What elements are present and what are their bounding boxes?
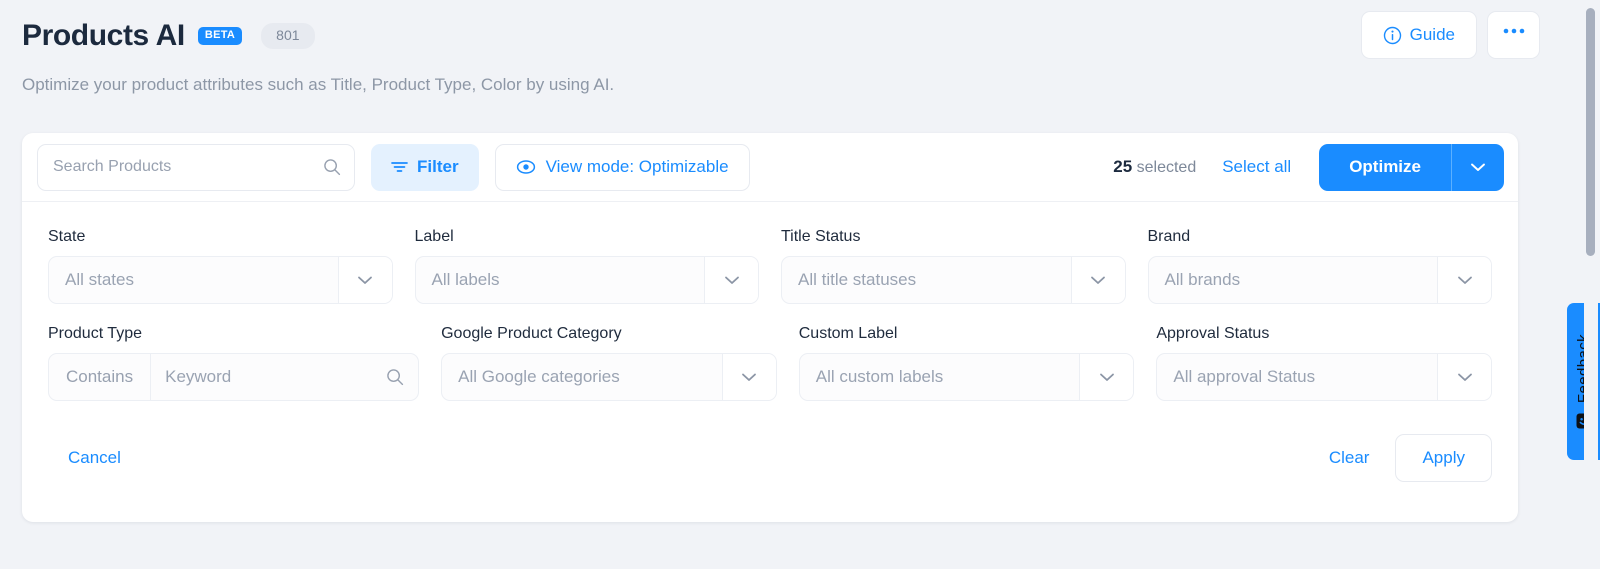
field-label: Brand — [1148, 228, 1493, 246]
selected-count-number: 25 — [1113, 157, 1132, 176]
eye-icon — [516, 159, 536, 175]
product-type-keyword-wrap — [151, 354, 418, 400]
optimize-dropdown-button[interactable] — [1451, 144, 1504, 191]
guide-button-label: Guide — [1410, 25, 1455, 45]
optimize-button-group: Optimize — [1319, 144, 1504, 191]
filter-button[interactable]: Filter — [371, 144, 479, 191]
more-options-button[interactable] — [1487, 11, 1540, 59]
chevron-down-icon[interactable] — [1071, 257, 1125, 303]
product-type-operator[interactable]: Contains — [49, 354, 151, 400]
filter-field-product-type: Product Type Contains — [48, 325, 419, 401]
header-actions: Guide — [1361, 11, 1540, 59]
field-label: Product Type — [48, 325, 419, 343]
product-count-badge: 801 — [261, 23, 314, 49]
filter-footer-actions: Clear Apply — [1329, 434, 1492, 482]
filter-icon — [391, 160, 408, 174]
chevron-down-icon[interactable] — [1079, 354, 1133, 400]
search-icon[interactable] — [323, 158, 341, 176]
selected-count: 25 selected — [1113, 157, 1196, 177]
select-all-link[interactable]: Select all — [1222, 157, 1291, 177]
state-select-value: All states — [49, 257, 338, 303]
page-scrollbar-track[interactable] — [1584, 0, 1598, 569]
optimize-button[interactable]: Optimize — [1319, 144, 1451, 191]
apply-button[interactable]: Apply — [1395, 434, 1492, 482]
field-label: Approval Status — [1156, 325, 1492, 343]
search-icon[interactable] — [386, 368, 404, 386]
approval-status-select-value: All approval Status — [1157, 354, 1437, 400]
chevron-down-icon[interactable] — [704, 257, 758, 303]
brand-select-value: All brands — [1149, 257, 1438, 303]
filter-field-label: Label All labels — [415, 228, 760, 304]
chevron-down-icon[interactable] — [338, 257, 392, 303]
title-status-select[interactable]: All title statuses — [781, 256, 1126, 304]
title-status-select-value: All title statuses — [782, 257, 1071, 303]
approval-status-select[interactable]: All approval Status — [1156, 353, 1492, 401]
filter-button-label: Filter — [417, 157, 459, 177]
chevron-down-icon[interactable] — [1437, 257, 1491, 303]
brand-select[interactable]: All brands — [1148, 256, 1493, 304]
view-mode-button[interactable]: View mode: Optimizable — [495, 144, 750, 191]
custom-label-select-value: All custom labels — [800, 354, 1080, 400]
title-row: Products AI BETA 801 — [22, 14, 1520, 58]
chevron-down-icon[interactable] — [722, 354, 776, 400]
label-select-value: All labels — [416, 257, 705, 303]
custom-label-select[interactable]: All custom labels — [799, 353, 1135, 401]
page-subtitle: Optimize your product attributes such as… — [22, 74, 1520, 96]
chevron-down-icon[interactable] — [1437, 354, 1491, 400]
filter-grid-row-2: Product Type Contains Go — [48, 325, 1492, 401]
filter-grid-row-1: State All states Label All labels — [48, 228, 1492, 304]
guide-button[interactable]: Guide — [1361, 11, 1477, 59]
product-type-combo: Contains — [48, 353, 419, 401]
filter-panel: State All states Label All labels — [22, 202, 1518, 522]
field-label: Label — [415, 228, 760, 246]
cancel-link[interactable]: Cancel — [68, 448, 121, 468]
state-select[interactable]: All states — [48, 256, 393, 304]
search-input[interactable] — [53, 158, 323, 176]
page-scrollbar-thumb[interactable] — [1586, 8, 1595, 256]
filter-field-google-product-category: Google Product Category All Google categ… — [441, 325, 777, 401]
chevron-down-icon — [1470, 162, 1486, 172]
google-product-category-select-value: All Google categories — [442, 354, 722, 400]
search-products-box[interactable] — [37, 144, 355, 191]
filter-field-state: State All states — [48, 228, 393, 304]
field-label: State — [48, 228, 393, 246]
page-title: Products AI — [22, 19, 185, 53]
ellipsis-icon — [1502, 27, 1526, 35]
clear-link[interactable]: Clear — [1329, 448, 1370, 468]
toolbar: Filter View mode: Optimizable 25 selecte… — [22, 133, 1518, 202]
filter-field-brand: Brand All brands — [1148, 228, 1493, 304]
page-header: Products AI BETA 801 Optimize your produ… — [0, 0, 1540, 96]
filter-field-custom-label: Custom Label All custom labels — [799, 325, 1135, 401]
toolbar-right: 25 selected Select all Optimize — [1113, 144, 1504, 191]
products-card: Filter View mode: Optimizable 25 selecte… — [22, 133, 1518, 522]
info-circle-icon — [1383, 26, 1402, 45]
filter-field-title-status: Title Status All title statuses — [781, 228, 1126, 304]
product-type-keyword-input[interactable] — [165, 367, 386, 387]
filter-panel-footer: Cancel Clear Apply — [48, 401, 1492, 522]
google-product-category-select[interactable]: All Google categories — [441, 353, 777, 401]
view-mode-label: View mode: Optimizable — [546, 157, 729, 177]
label-select[interactable]: All labels — [415, 256, 760, 304]
beta-badge: BETA — [198, 27, 242, 45]
field-label: Custom Label — [799, 325, 1135, 343]
field-label: Google Product Category — [441, 325, 777, 343]
filter-field-approval-status: Approval Status All approval Status — [1156, 325, 1492, 401]
selected-count-suffix: selected — [1137, 159, 1197, 176]
field-label: Title Status — [781, 228, 1126, 246]
